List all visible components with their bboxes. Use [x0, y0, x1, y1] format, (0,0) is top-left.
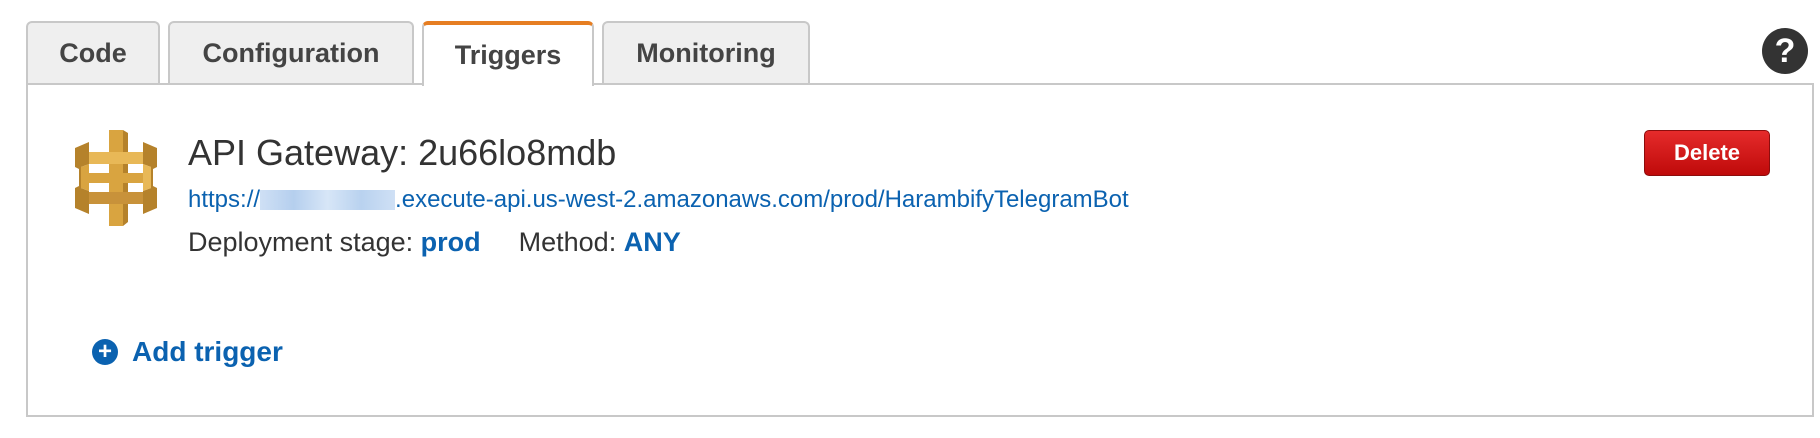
redacted-api-id: [260, 190, 396, 210]
help-icon[interactable]: ?: [1762, 28, 1808, 74]
tab-code-label: Code: [59, 38, 127, 68]
trigger-details: Deployment stage: prod Method: ANY: [188, 227, 681, 258]
tab-configuration-label: Configuration: [202, 38, 380, 68]
tab-monitoring-label: Monitoring: [636, 38, 776, 68]
deployment-stage-label: Deployment stage:: [188, 227, 414, 257]
tab-triggers[interactable]: Triggers: [422, 21, 594, 86]
trigger-title: API Gateway: 2u66lo8mdb: [188, 132, 617, 173]
api-gateway-icon: [75, 130, 157, 226]
add-trigger-button[interactable]: + Add trigger: [92, 336, 283, 368]
trigger-endpoint-link[interactable]: https:// .execute-api.us-west-2.amazonaws…: [188, 186, 1129, 214]
lambda-function-panel: Code Configuration Triggers Monitoring ?…: [0, 0, 1820, 438]
add-trigger-label: Add trigger: [132, 336, 283, 367]
tab-configuration[interactable]: Configuration: [168, 21, 414, 84]
plus-circle-icon: +: [92, 339, 118, 365]
deployment-stage-value: prod: [420, 227, 481, 257]
tab-bar: Code Configuration Triggers Monitoring: [26, 21, 818, 86]
tab-triggers-label: Triggers: [454, 40, 562, 70]
tab-monitoring[interactable]: Monitoring: [602, 21, 810, 84]
method-label: Method:: [518, 227, 617, 257]
url-suffix: .execute-api.us-west-2.amazonaws.com/pro…: [395, 186, 1129, 213]
help-icon-glyph: ?: [1774, 31, 1796, 70]
url-prefix: https://: [188, 186, 261, 213]
tab-code[interactable]: Code: [26, 21, 160, 84]
method-value: ANY: [623, 227, 681, 257]
delete-trigger-button[interactable]: Delete: [1644, 130, 1770, 176]
delete-button-label: Delete: [1673, 140, 1741, 165]
